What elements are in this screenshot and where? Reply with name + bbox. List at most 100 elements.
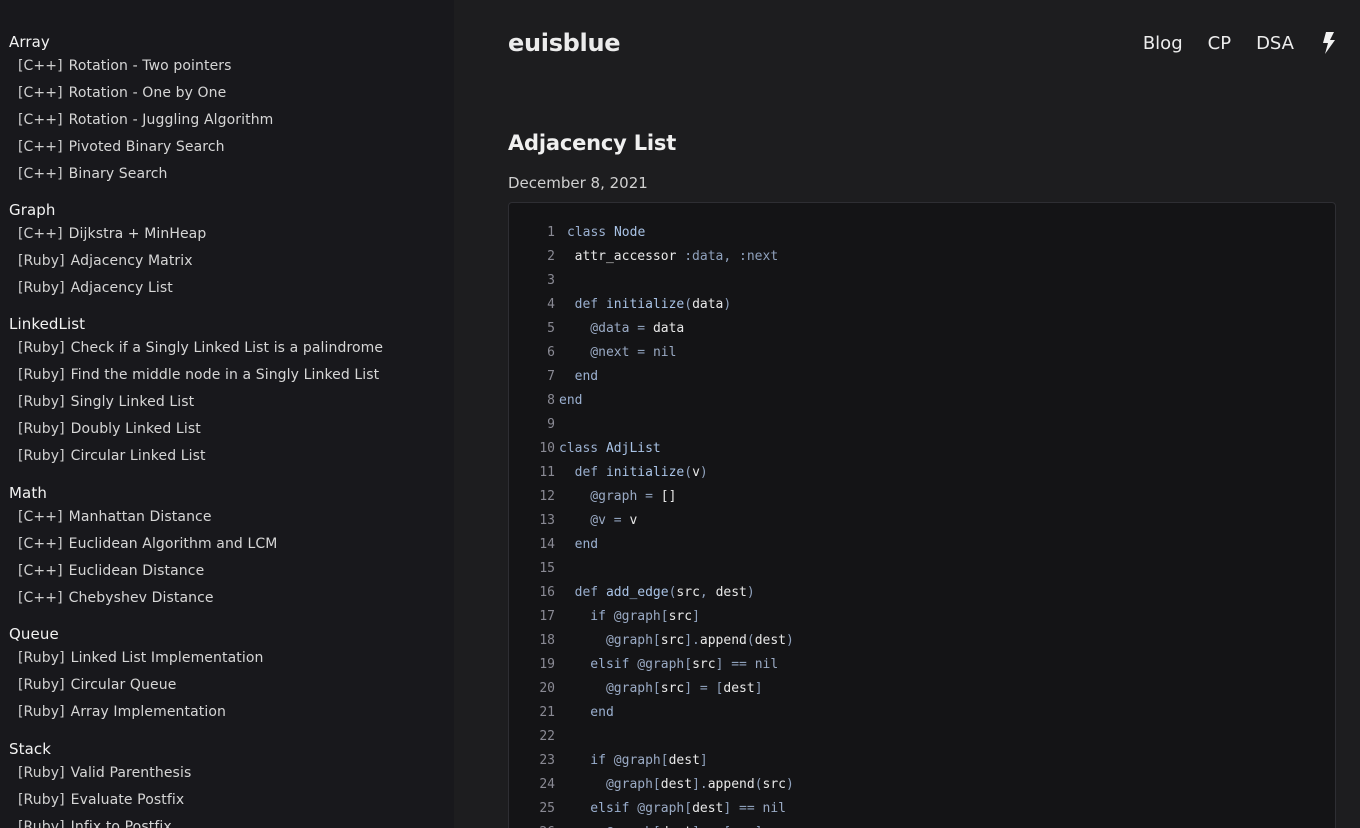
post-title: Adjacency List <box>508 131 677 155</box>
code-token: ( <box>684 297 693 312</box>
sidebar-item[interactable]: [C++] Pivoted Binary Search <box>18 139 225 155</box>
nav-cp[interactable]: CP <box>1208 33 1231 54</box>
sidebar: Array [C++] Rotation - Two pointers [C++] Ro… <box>0 0 454 828</box>
code-token: end <box>559 369 599 384</box>
code-token: @graph <box>613 753 661 768</box>
sidebar-item[interactable]: [Ruby] Singly Linked List <box>18 394 194 410</box>
code-token: end <box>559 705 614 720</box>
sidebar-item-label: Find the middle node in a Singly Linked … <box>70 367 380 383</box>
sidebar-item[interactable]: [Ruby] Evaluate Postfix <box>18 792 184 808</box>
sidebar-item[interactable]: [Ruby] Check if a Singly Linked List is a… <box>18 340 383 356</box>
code-token: @graph <box>559 681 653 696</box>
code-text: if @graph[dest] <box>559 749 707 773</box>
code-line: 4 def initialize(data) <box>509 293 731 317</box>
code-token: append <box>699 633 747 648</box>
nav-dsa[interactable]: DSA <box>1256 33 1294 54</box>
sidebar-item[interactable]: [C++] Rotation - Two pointers <box>18 58 232 74</box>
sidebar-item-lang: [C++] <box>18 536 63 552</box>
code-token: Node <box>613 225 646 240</box>
sidebar-item-lang: [C++] <box>18 563 63 579</box>
sidebar-item[interactable]: [Ruby] Array Implementation <box>18 704 226 720</box>
code-line: 26 @graph[dest] = [src] <box>509 821 762 828</box>
sidebar-item-lang: [Ruby] <box>18 394 65 410</box>
code-token: [ <box>684 801 693 816</box>
code-token: @v <box>559 513 606 528</box>
code-token: nil <box>754 657 779 672</box>
code-token: ]. <box>684 633 700 648</box>
sidebar-item[interactable]: [Ruby] Circular Queue <box>18 677 176 693</box>
code-token: :data, :next <box>684 249 779 264</box>
sidebar-item[interactable]: [Ruby] Circular Linked List <box>18 448 206 464</box>
code-token: ) <box>786 633 794 648</box>
sidebar-item-label: Doubly Linked List <box>70 421 201 437</box>
sidebar-item[interactable]: [Ruby] Adjacency Matrix <box>18 253 193 269</box>
sidebar-group-title: Array <box>9 33 50 51</box>
code-token: src <box>668 609 693 624</box>
sidebar-item-lang: [Ruby] <box>18 367 65 383</box>
sidebar-item[interactable]: [C++] Euclidean Distance <box>18 563 204 579</box>
post-date: December 8, 2021 <box>508 174 648 192</box>
sidebar-item[interactable]: [C++] Dijkstra + MinHeap <box>18 226 206 242</box>
code-token: [] <box>660 489 677 504</box>
line-number: 25 <box>539 801 555 816</box>
nav-blog[interactable]: Blog <box>1143 33 1183 54</box>
sidebar-item[interactable]: [Ruby] Linked List Implementation <box>18 650 263 666</box>
code-line: 6 @next = nil <box>509 341 676 365</box>
sidebar-item-label: Adjacency List <box>70 280 173 296</box>
sidebar-item[interactable]: [C++] Rotation - Juggling Algorithm <box>18 112 273 128</box>
code-token: ] <box>692 609 700 624</box>
line-number: 26 <box>509 821 555 828</box>
code-token: [ <box>652 633 661 648</box>
code-token: @graph <box>559 633 653 648</box>
code-line: 18 @graph[src].append(dest) <box>509 629 794 653</box>
code-text: elsif @graph[dest] == nil <box>559 797 786 821</box>
site-brand[interactable]: euisblue <box>508 29 621 57</box>
sidebar-item-label: Circular Queue <box>70 677 177 693</box>
sidebar-item[interactable]: [Ruby] Valid Parenthesis <box>18 765 191 781</box>
code-line: 20 @graph[src] = [dest] <box>509 677 762 701</box>
sidebar-item[interactable]: [Ruby] Find the middle node in a Singly L… <box>18 367 379 383</box>
code-token: v <box>629 513 638 528</box>
code-token: elsif <box>559 801 638 816</box>
code-text: end <box>559 701 614 725</box>
sidebar-item-label: Circular Linked List <box>70 448 206 464</box>
code-token: data <box>652 321 685 336</box>
sidebar-item-lang: [Ruby] <box>18 819 65 828</box>
code-text: def initialize(data) <box>559 293 732 317</box>
code-line: 25 elsif @graph[dest] == nil <box>509 797 786 821</box>
sidebar-item[interactable]: [C++] Manhattan Distance <box>18 509 212 525</box>
line-number: 15 <box>539 561 555 576</box>
sidebar-item-lang: [Ruby] <box>18 448 65 464</box>
sidebar-item[interactable]: [C++] Chebyshev Distance <box>18 590 214 606</box>
line-number: 21 <box>539 705 555 720</box>
line-number: 23 <box>539 753 555 768</box>
sidebar-item[interactable]: [C++] Rotation - One by One <box>18 85 226 101</box>
code-token: ( <box>754 777 763 792</box>
sidebar-item-lang: [C++] <box>18 58 63 74</box>
code-line: 21 end <box>509 701 614 725</box>
line-number: 1 <box>547 225 555 240</box>
code-token: src <box>762 777 786 792</box>
code-token: [ <box>684 657 693 672</box>
code-text: @graph[dest].append(src) <box>559 773 794 797</box>
code-token: [ <box>652 777 661 792</box>
bolt-icon[interactable] <box>1322 32 1336 54</box>
sidebar-item[interactable]: [Ruby] Adjacency List <box>18 280 173 296</box>
code-line: 15 <box>509 557 559 581</box>
line-number: 20 <box>539 681 555 696</box>
code-token: initialize <box>605 465 685 480</box>
sidebar-item[interactable]: [Ruby] Doubly Linked List <box>18 421 201 437</box>
sidebar-item[interactable]: [C++] Euclidean Algorithm and LCM <box>18 536 277 552</box>
sidebar-item-lang: [C++] <box>18 112 63 128</box>
code-token: src <box>676 585 700 600</box>
sidebar-item-lang: [C++] <box>18 509 63 525</box>
code-token: elsif <box>559 657 638 672</box>
sidebar-item-label: Valid Parenthesis <box>70 765 192 781</box>
sidebar-item[interactable]: [Ruby] Infix to Postfix <box>18 819 172 828</box>
code-text: def add_edge(src, dest) <box>559 581 755 605</box>
code-token: [ <box>652 681 661 696</box>
line-number: 7 <box>547 369 555 384</box>
sidebar-item-lang: [C++] <box>18 166 63 182</box>
sidebar-item[interactable]: [C++] Binary Search <box>18 166 168 182</box>
code-token: src <box>660 681 685 696</box>
